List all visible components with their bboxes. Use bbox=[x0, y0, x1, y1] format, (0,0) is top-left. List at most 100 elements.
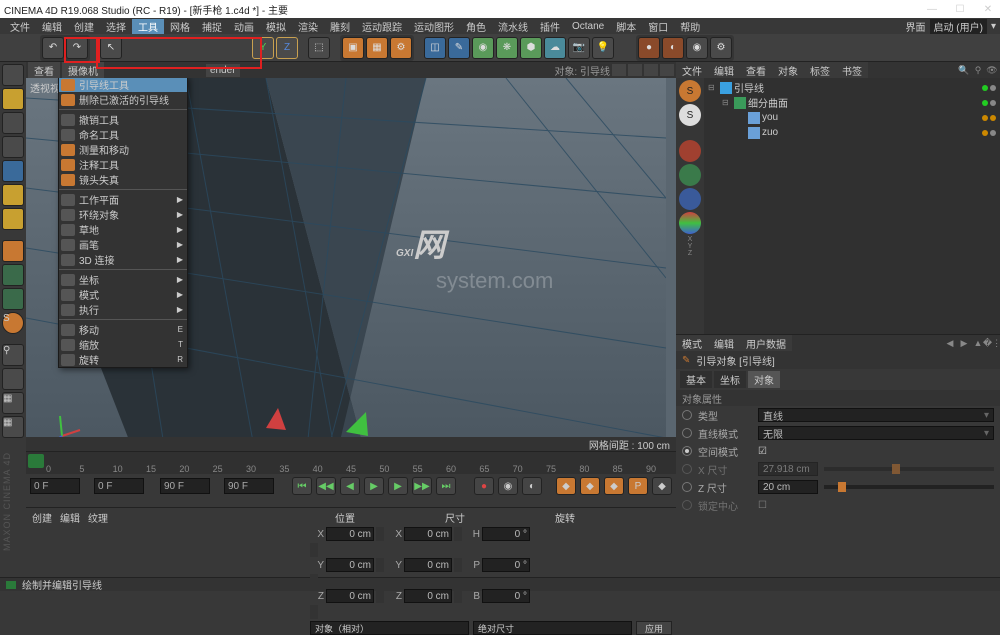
menu-脚本[interactable]: 脚本 bbox=[610, 19, 642, 34]
menu-item[interactable]: 缩放T bbox=[59, 337, 187, 352]
om-tool-move[interactable] bbox=[679, 140, 701, 162]
axis-mode[interactable] bbox=[2, 240, 24, 262]
viewport-solo-1[interactable] bbox=[2, 264, 24, 286]
prev-frame[interactable]: ◀ bbox=[340, 477, 360, 495]
next-key[interactable]: ▶▶ bbox=[412, 477, 432, 495]
menu-item[interactable]: 工作平面▶ bbox=[59, 192, 187, 207]
menu-运动跟踪[interactable]: 运动跟踪 bbox=[356, 19, 408, 34]
attr-tab[interactable]: 编辑 bbox=[708, 335, 740, 352]
om-tool-scale[interactable] bbox=[679, 188, 701, 210]
size-mode-dd[interactable]: 绝对尺寸 bbox=[473, 621, 632, 635]
render-region-button[interactable]: ▦ bbox=[366, 37, 388, 59]
point-mode[interactable] bbox=[2, 160, 24, 182]
viewport-solo-2[interactable] bbox=[2, 288, 24, 310]
magnet-button[interactable]: ⚲ bbox=[2, 344, 24, 366]
render-settings-button[interactable]: ⚙ bbox=[390, 37, 412, 59]
menu-工具[interactable]: 工具 bbox=[132, 19, 164, 34]
viewport[interactable]: 引导线工具删除已激活的引导线撤销工具命名工具测量和移动注释工具镜头失真工作平面▶… bbox=[26, 78, 676, 451]
light-button[interactable]: 💡 bbox=[592, 37, 614, 59]
menu-item[interactable]: 执行▶ bbox=[59, 302, 187, 317]
menu-捕捉[interactable]: 捕捉 bbox=[196, 19, 228, 34]
attr-menu[interactable]: �⋮ bbox=[986, 337, 998, 349]
coord-P[interactable]: 0 ° bbox=[482, 558, 530, 572]
coord-Y[interactable]: 0 cm bbox=[404, 558, 452, 572]
om-tool-rotate[interactable] bbox=[679, 164, 701, 186]
menu-编辑[interactable]: 编辑 bbox=[36, 19, 68, 34]
octane-3[interactable]: ◉ bbox=[686, 37, 708, 59]
make-editable-button[interactable] bbox=[2, 64, 24, 86]
attr-slider[interactable] bbox=[824, 485, 994, 489]
generator-button[interactable]: ❋ bbox=[496, 37, 518, 59]
coord-Z[interactable]: 0 cm bbox=[326, 589, 374, 603]
om-tab[interactable]: 查看 bbox=[740, 62, 772, 79]
menu-模拟[interactable]: 模拟 bbox=[260, 19, 292, 34]
menu-文件[interactable]: 文件 bbox=[4, 19, 36, 34]
key-scale[interactable]: ◆ bbox=[580, 477, 600, 495]
menu-渲染[interactable]: 渲染 bbox=[292, 19, 324, 34]
view-tab-2[interactable]: 摄像机 bbox=[62, 62, 104, 79]
octane-4[interactable]: ⚙ bbox=[710, 37, 732, 59]
next-frame[interactable]: ▶ bbox=[388, 477, 408, 495]
tree-row[interactable]: you bbox=[708, 110, 996, 125]
menu-item[interactable]: 坐标▶ bbox=[59, 272, 187, 287]
menu-item[interactable]: 环绕对象▶ bbox=[59, 207, 187, 222]
attr-tab[interactable]: 模式 bbox=[676, 335, 708, 352]
vp-nav-2[interactable] bbox=[628, 64, 642, 76]
attr-field[interactable]: 直线 bbox=[758, 408, 994, 422]
key-rot[interactable]: ◆ bbox=[604, 477, 624, 495]
environment-button[interactable]: ☁ bbox=[544, 37, 566, 59]
menu-动画[interactable]: 动画 bbox=[228, 19, 260, 34]
edge-mode[interactable] bbox=[2, 184, 24, 206]
menu-item[interactable]: 草地▶ bbox=[59, 222, 187, 237]
vp-nav-1[interactable] bbox=[612, 64, 626, 76]
polygon-mode[interactable] bbox=[2, 208, 24, 230]
apply-button[interactable]: 应用 bbox=[636, 621, 672, 635]
om-tool-s2[interactable]: S bbox=[679, 104, 701, 126]
coord-Z[interactable]: 0 cm bbox=[404, 589, 452, 603]
coord-sys-button[interactable]: ⬚ bbox=[308, 37, 330, 59]
om-tab[interactable]: 编辑 bbox=[708, 62, 740, 79]
menu-item[interactable]: 引导线工具 bbox=[59, 78, 187, 92]
menu-item[interactable]: 测量和移动 bbox=[59, 142, 187, 157]
tree-row[interactable]: ⊟细分曲面 bbox=[708, 95, 996, 110]
coord-X[interactable]: 0 cm bbox=[326, 527, 374, 541]
tree-row[interactable]: ⊟引导线 bbox=[708, 80, 996, 95]
redo-button[interactable]: ↷ bbox=[66, 37, 88, 59]
goto-start[interactable]: ⏮ bbox=[292, 477, 312, 495]
om-tab[interactable]: 标签 bbox=[804, 62, 836, 79]
frame-current[interactable]: 0 F bbox=[94, 478, 144, 494]
coord-mode-dd[interactable]: 对象（相对） bbox=[310, 621, 469, 635]
menu-item[interactable]: 画笔▶ bbox=[59, 237, 187, 252]
coord-X[interactable]: 0 cm bbox=[404, 527, 452, 541]
vp-nav-3[interactable] bbox=[644, 64, 658, 76]
prev-key[interactable]: ◀◀ bbox=[316, 477, 336, 495]
attr-checkbox[interactable]: ☑ bbox=[758, 446, 767, 457]
frame-start[interactable]: 0 F bbox=[30, 478, 80, 494]
attr-field[interactable]: 无限 bbox=[758, 426, 994, 440]
menu-item[interactable]: 镜头失真 bbox=[59, 172, 187, 187]
menu-创建[interactable]: 创建 bbox=[68, 19, 100, 34]
menu-item[interactable]: 模式▶ bbox=[59, 287, 187, 302]
undo-button[interactable]: ↶ bbox=[42, 37, 64, 59]
maximize-button[interactable]: ☐ bbox=[952, 4, 968, 15]
z-axis-button[interactable]: Z bbox=[276, 37, 298, 59]
attr-field[interactable]: 27.918 cm bbox=[758, 462, 818, 476]
menu-item[interactable]: 旋转R bbox=[59, 352, 187, 367]
layout-selector[interactable]: 界面 启动 (用户) ▾ bbox=[906, 19, 996, 34]
attr-checkbox[interactable]: ☐ bbox=[758, 500, 767, 511]
attr-subtab[interactable]: 对象 bbox=[748, 371, 780, 388]
key-pos[interactable]: ◆ bbox=[556, 477, 576, 495]
menu-雕刻[interactable]: 雕刻 bbox=[324, 19, 356, 34]
y-axis-button[interactable]: Y bbox=[252, 37, 274, 59]
camera-button[interactable]: 📷 bbox=[568, 37, 590, 59]
timeline-ruler[interactable]: 051015202530354045505560657075808590 bbox=[26, 452, 676, 474]
nurbs-button[interactable]: ◉ bbox=[472, 37, 494, 59]
render-button[interactable]: ▣ bbox=[342, 37, 364, 59]
attr-tab[interactable]: 用户数据 bbox=[740, 335, 792, 352]
attr-subtab[interactable]: 坐标 bbox=[714, 371, 746, 388]
attr-subtab[interactable]: 基本 bbox=[680, 371, 712, 388]
menu-item[interactable]: 撤销工具 bbox=[59, 112, 187, 127]
frame-end[interactable]: 90 F bbox=[224, 478, 274, 494]
coord-Y[interactable]: 0 cm bbox=[326, 558, 374, 572]
om-search-icon[interactable]: 🔍 bbox=[958, 64, 970, 76]
